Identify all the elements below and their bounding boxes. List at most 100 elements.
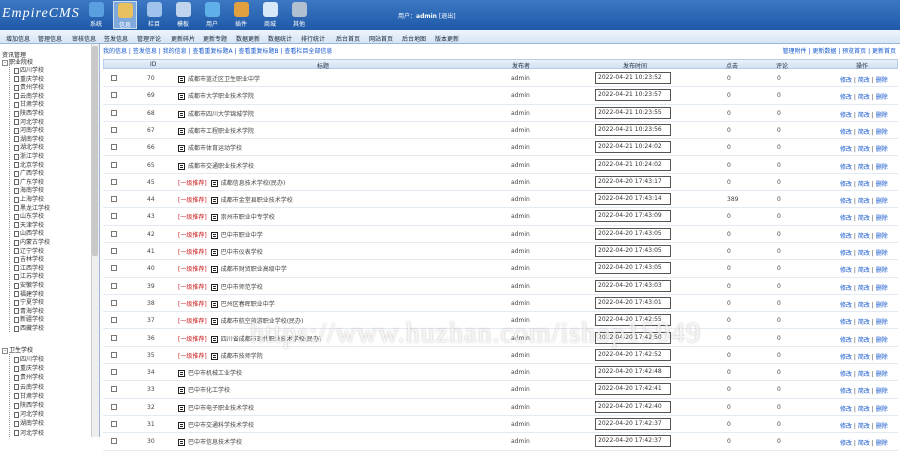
tree-leaf[interactable]: 四川学校 — [14, 354, 44, 363]
simple-edit-link[interactable]: 简改 — [858, 250, 870, 257]
row-title-link[interactable]: 巴中市职业中学 — [221, 232, 263, 239]
simple-edit-link[interactable]: 简改 — [858, 406, 870, 413]
simple-edit-link[interactable]: 简改 — [858, 440, 870, 447]
row-time-input[interactable]: 2022-04-20 17:43:01 — [595, 296, 671, 309]
edit-link[interactable]: 修改 — [840, 406, 852, 413]
simple-edit-link[interactable]: 简改 — [858, 319, 870, 326]
tree-leaf[interactable]: 重庆学校 — [14, 363, 44, 372]
row-time-input[interactable]: 2022-04-21 10:23:52 — [595, 72, 671, 84]
delete-link[interactable]: 删除 — [876, 129, 888, 136]
simple-edit-link[interactable]: 简改 — [858, 94, 870, 101]
edit-link[interactable]: 修改 — [840, 319, 852, 326]
delete-link[interactable]: 删除 — [876, 440, 888, 447]
delete-link[interactable]: 删除 — [876, 423, 888, 430]
row-title-link[interactable]: 成都市四川大学锦城学院 — [188, 111, 254, 118]
row-checkbox[interactable] — [111, 386, 117, 393]
tree-leaf[interactable]: 湖南学校 — [14, 418, 44, 427]
row-title-link[interactable]: 巴中市信息技术学校 — [188, 439, 242, 446]
tree-group-2[interactable]: - 卫生学校 — [2, 345, 33, 354]
topmenu-6[interactable]: 插件 — [229, 1, 253, 29]
delete-link[interactable]: 删除 — [876, 250, 888, 257]
edit-link[interactable]: 修改 — [840, 181, 852, 188]
delete-link[interactable]: 删除 — [876, 146, 888, 153]
breadcrumb[interactable]: 我的信息 | 签发信息 | 我的信息 | 查看重复标题A | 查看重复标题B |… — [103, 46, 332, 55]
delete-link[interactable]: 删除 — [876, 354, 888, 361]
simple-edit-link[interactable]: 简改 — [858, 233, 870, 240]
tree-leaf[interactable]: 河北学校 — [14, 409, 44, 418]
nav-link-6[interactable]: 更新碎片 — [171, 34, 195, 43]
edit-link[interactable]: 修改 — [840, 302, 852, 309]
row-time-input[interactable]: 2022-04-21 10:23:55 — [595, 106, 671, 119]
row-time-input[interactable]: 2022-04-20 17:43:05 — [595, 262, 671, 275]
row-time-input[interactable]: 2022-04-20 17:43:09 — [595, 210, 671, 223]
delete-link[interactable]: 删除 — [876, 112, 888, 119]
row-time-input[interactable]: 2022-04-20 17:42:52 — [595, 348, 671, 361]
simple-edit-link[interactable]: 简改 — [858, 371, 870, 378]
row-time-input[interactable]: 2022-04-20 17:43:05 — [595, 245, 671, 257]
delete-link[interactable]: 删除 — [876, 319, 888, 326]
edit-link[interactable]: 修改 — [840, 77, 852, 84]
simple-edit-link[interactable]: 简改 — [858, 129, 870, 136]
topmenu-5[interactable]: 用户 — [200, 1, 224, 29]
row-checkbox[interactable] — [111, 196, 117, 203]
nav-link-7[interactable]: 更新专题 — [203, 34, 227, 43]
delete-link[interactable]: 删除 — [876, 337, 888, 344]
delete-link[interactable]: 删除 — [876, 198, 888, 205]
row-title-link[interactable]: 成都市金堂县职业技术学校 — [221, 197, 293, 204]
row-checkbox[interactable] — [111, 213, 117, 220]
row-checkbox[interactable] — [111, 126, 117, 133]
delete-link[interactable]: 删除 — [876, 181, 888, 188]
row-title-link[interactable]: 巴中市化工学校 — [188, 387, 230, 394]
row-title-link[interactable]: 巴中市师范学校 — [221, 284, 263, 291]
row-time-input[interactable]: 2022-04-20 17:43:14 — [595, 193, 671, 206]
delete-link[interactable]: 删除 — [876, 215, 888, 222]
simple-edit-link[interactable]: 简改 — [858, 77, 870, 84]
row-checkbox[interactable] — [111, 92, 117, 99]
row-checkbox[interactable] — [111, 421, 117, 427]
row-time-input[interactable]: 2022-04-20 17:43:17 — [595, 175, 671, 188]
edit-link[interactable]: 修改 — [840, 233, 852, 240]
row-time-input[interactable]: 2022-04-20 17:43:03 — [595, 279, 671, 292]
row-time-input[interactable]: 2022-04-21 10:23:57 — [595, 89, 671, 102]
edit-link[interactable]: 修改 — [840, 388, 852, 395]
topmenu-4[interactable]: 模板 — [171, 1, 195, 29]
edit-link[interactable]: 修改 — [840, 371, 852, 378]
simple-edit-link[interactable]: 简改 — [858, 267, 870, 274]
row-time-input[interactable]: 2022-04-20 17:42:48 — [595, 366, 671, 379]
simple-edit-link[interactable]: 简改 — [858, 337, 870, 344]
row-time-input[interactable]: 2022-04-21 10:24:02 — [595, 158, 671, 171]
edit-link[interactable]: 修改 — [840, 423, 852, 430]
edit-link[interactable]: 修改 — [840, 440, 852, 447]
row-title-link[interactable]: 巴州区春晖职业中学 — [221, 301, 275, 308]
edit-link[interactable]: 修改 — [840, 250, 852, 257]
topmenu-3[interactable]: 栏目 — [142, 1, 166, 29]
topmenu-1[interactable]: 系统 — [84, 1, 108, 29]
row-time-input[interactable]: 2022-04-20 17:42:37 — [595, 418, 671, 430]
delete-link[interactable]: 删除 — [876, 77, 888, 84]
topmenu-2[interactable]: 信息 — [113, 1, 137, 29]
nav-link-10[interactable]: 排行统计 — [301, 34, 325, 43]
row-checkbox[interactable] — [111, 178, 117, 185]
row-title-link[interactable]: 成都市体育运动学校 — [188, 145, 242, 152]
edit-link[interactable]: 修改 — [840, 354, 852, 361]
simple-edit-link[interactable]: 简改 — [858, 146, 870, 153]
simple-edit-link[interactable]: 简改 — [858, 423, 870, 430]
edit-link[interactable]: 修改 — [840, 94, 852, 101]
delete-link[interactable]: 删除 — [876, 302, 888, 309]
edit-link[interactable]: 修改 — [840, 198, 852, 205]
expand-toggle-icon[interactable]: - — [2, 59, 8, 66]
topmenu-7[interactable]: 商城 — [258, 1, 282, 29]
edit-link[interactable]: 修改 — [840, 164, 852, 171]
edit-link[interactable]: 修改 — [840, 129, 852, 136]
row-title-link[interactable]: 巴中市仪表学校 — [221, 249, 263, 256]
nav-link-13[interactable]: 后台地图 — [402, 34, 426, 43]
tree-leaf[interactable]: 甘肃学校 — [14, 391, 44, 400]
row-time-input[interactable]: 2022-04-21 10:23:56 — [595, 123, 671, 136]
toolbar-links[interactable]: 管理附件 | 更新数据 | 预览首页 | 更新首页 — [782, 46, 896, 55]
simple-edit-link[interactable]: 简改 — [858, 285, 870, 292]
delete-link[interactable]: 删除 — [876, 94, 888, 101]
row-checkbox[interactable] — [111, 351, 117, 358]
nav-link-5[interactable]: 管理评论 — [137, 34, 161, 43]
delete-link[interactable]: 删除 — [876, 371, 888, 378]
row-title-link[interactable]: 成都市蓝迁区卫生职业中学 — [188, 76, 260, 83]
